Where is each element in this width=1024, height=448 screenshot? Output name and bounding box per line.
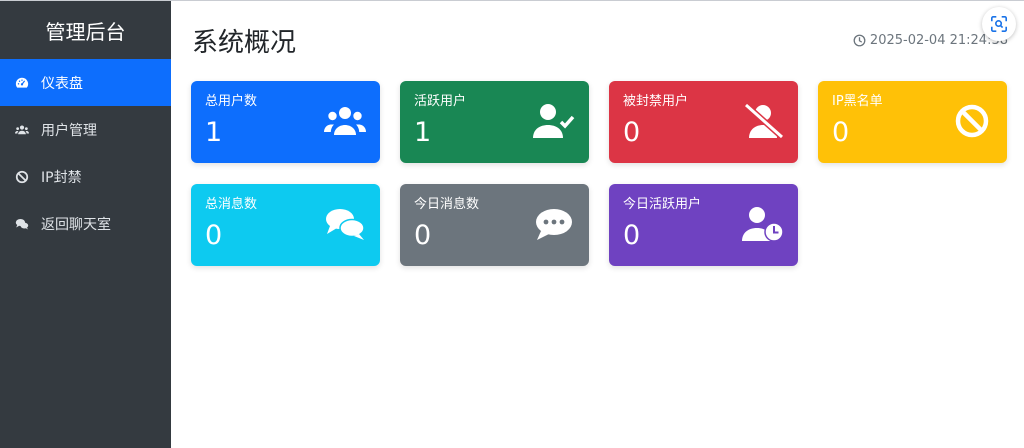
comments-icon	[323, 206, 367, 242]
tachometer-icon	[14, 75, 30, 91]
sidebar-item-label: 仪表盘	[41, 75, 83, 92]
comment-dots-icon	[532, 206, 576, 242]
sidebar-item-label: 用户管理	[41, 122, 97, 139]
stat-card-total-users: 总用户数 1	[191, 81, 380, 163]
sidebar-title: 管理后台	[45, 19, 126, 44]
page-title: 系统概况	[192, 28, 297, 58]
scan-button[interactable]	[982, 7, 1016, 41]
scan-icon	[990, 15, 1008, 33]
sidebar-item-label: IP封禁	[41, 169, 82, 186]
stat-card-today-messages: 今日消息数 0	[400, 184, 589, 266]
current-datetime: 2025-02-04 21:24:38	[853, 33, 1008, 48]
sidebar-item-users[interactable]: 用户管理	[0, 106, 171, 153]
stat-card-banned-users: 被封禁用户 0	[609, 81, 798, 163]
main-content: 系统概况 2025-02-04 21:24:38 总用户数 1 活跃用户 1 被…	[171, 1, 1024, 448]
user-slash-icon	[741, 103, 785, 139]
users-icon	[14, 122, 30, 138]
stat-card-active-users: 活跃用户 1	[400, 81, 589, 163]
comments-icon	[14, 216, 30, 232]
sidebar-item-ip-ban[interactable]: IP封禁	[0, 153, 171, 200]
stat-card-today-active-users: 今日活跃用户 0	[609, 184, 798, 266]
sidebar-item-back-to-chat[interactable]: 返回聊天室	[0, 200, 171, 247]
sidebar-item-label: 返回聊天室	[41, 216, 111, 233]
stat-card-ip-blacklist: IP黑名单 0	[818, 81, 1007, 163]
stat-card-total-messages: 总消息数 0	[191, 184, 380, 266]
clock-icon	[853, 34, 866, 47]
users-icon	[323, 103, 367, 139]
sidebar: 管理后台 仪表盘 用户管理 IP封禁 返回聊天室	[0, 1, 171, 448]
ban-icon	[950, 103, 994, 139]
ban-icon	[14, 169, 30, 185]
user-check-icon	[532, 103, 576, 139]
sidebar-item-dashboard[interactable]: 仪表盘	[0, 59, 171, 106]
user-clock-icon	[741, 206, 785, 242]
